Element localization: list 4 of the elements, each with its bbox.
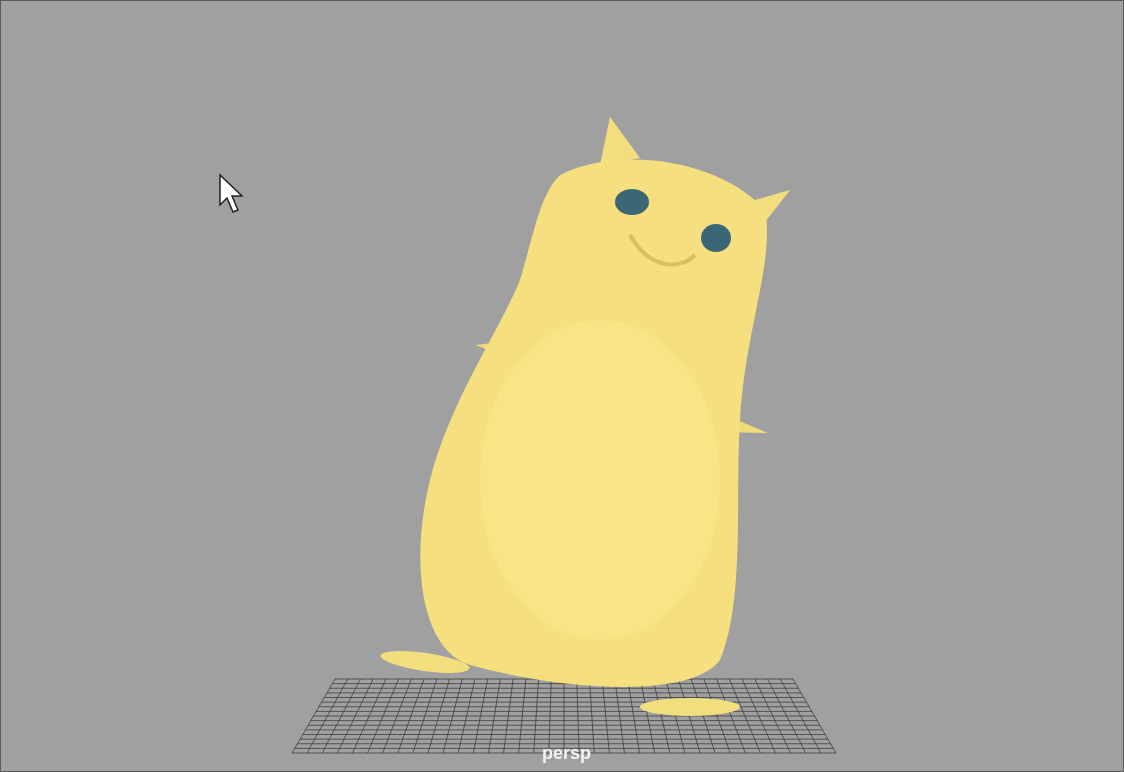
cursor-icon: [219, 173, 244, 213]
camera-label: persp: [542, 743, 592, 764]
creature-drawing[interactable]: [380, 117, 790, 716]
viewport-panel[interactable]: persp: [0, 0, 1124, 772]
